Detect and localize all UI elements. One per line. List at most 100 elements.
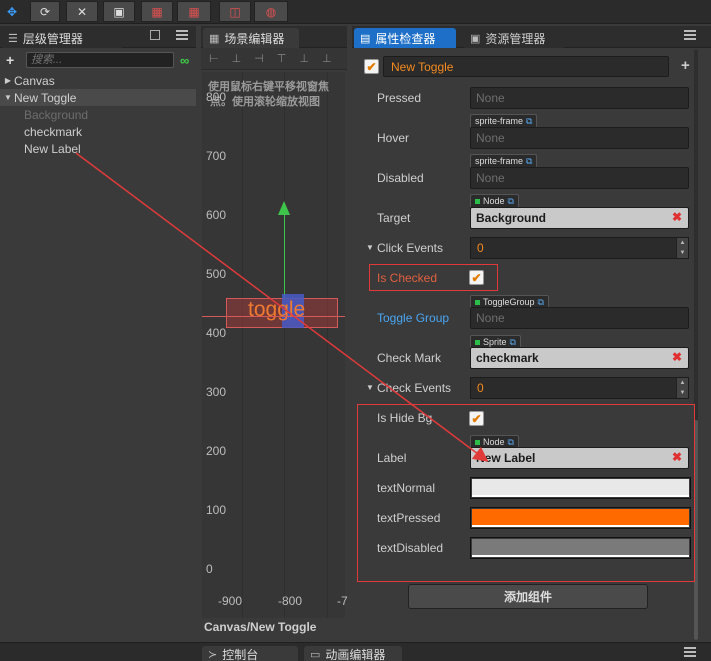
bottom-menu-icon[interactable] bbox=[684, 647, 696, 659]
rect-tool-icon[interactable]: ▣ bbox=[103, 1, 135, 22]
align-middle-icon[interactable]: ⊥ bbox=[299, 52, 309, 65]
node-type-icon bbox=[475, 439, 480, 445]
tab-animation-label: 动画编辑器 bbox=[325, 647, 386, 661]
hover-field[interactable]: None bbox=[470, 127, 689, 149]
open-link-icon[interactable]: ⧉ bbox=[510, 337, 516, 348]
node-active-checkbox[interactable]: ✔ bbox=[364, 59, 379, 74]
target-field[interactable]: Background ✖ bbox=[470, 207, 689, 229]
hierarchy-node[interactable]: checkmark bbox=[0, 123, 196, 140]
clear-icon[interactable]: ✖ bbox=[672, 210, 682, 224]
align-right-icon[interactable]: ⊣ bbox=[254, 52, 264, 65]
text-disabled-color-picker[interactable] bbox=[470, 537, 691, 559]
toggle-group-label[interactable]: Toggle Group bbox=[377, 311, 449, 325]
y-tick-label: 400 bbox=[206, 326, 227, 340]
text-normal-label: textNormal bbox=[377, 481, 436, 495]
check-mark-value: checkmark bbox=[476, 351, 539, 365]
is-checked-checkbox[interactable]: ✔ bbox=[469, 270, 484, 285]
y-tick-label: 300 bbox=[206, 385, 227, 399]
align-bottom-icon[interactable]: ⊥ bbox=[322, 52, 332, 65]
pressed-field[interactable]: None bbox=[470, 87, 689, 109]
is-hide-bg-checkbox[interactable]: ✔ bbox=[469, 411, 484, 426]
hierarchy-node[interactable]: Background bbox=[0, 106, 196, 123]
hierarchy-header: ☰ 层级管理器 bbox=[0, 26, 196, 48]
disabled-tag-text: sprite-frame bbox=[475, 156, 524, 166]
open-link-icon[interactable]: ⧉ bbox=[508, 437, 514, 448]
add-component-button[interactable]: 添加组件 bbox=[408, 584, 648, 609]
hierarchy-node[interactable]: ▶ Canvas bbox=[0, 72, 196, 89]
node-name-input[interactable]: New Toggle bbox=[383, 56, 669, 77]
x-tick-label: -7 bbox=[337, 594, 348, 608]
tab-animation[interactable]: ▭ 动画编辑器 bbox=[304, 646, 402, 661]
add-node-button[interactable]: + bbox=[6, 52, 14, 68]
disabled-type-tag: sprite-frame ⧉ bbox=[470, 154, 538, 167]
toggle-group-tag-text: ToggleGroup bbox=[483, 297, 535, 307]
check-events-caret-icon[interactable]: ▼ bbox=[366, 383, 374, 392]
stepper-icon[interactable]: ▲ ▼ bbox=[676, 238, 688, 258]
rotate-tool-icon[interactable]: ⟳ bbox=[30, 1, 60, 22]
toggle-label-text: toggle bbox=[248, 298, 306, 321]
align-left-icon[interactable]: ⊢ bbox=[209, 52, 219, 65]
stepper-icon[interactable]: ▲ ▼ bbox=[676, 378, 688, 398]
hierarchy-node[interactable]: New Label bbox=[0, 140, 196, 157]
text-pressed-color-picker[interactable] bbox=[470, 507, 691, 529]
menu-icon[interactable] bbox=[176, 30, 188, 42]
pivot-icon[interactable]: ◫ bbox=[219, 1, 251, 22]
hover-type-tag: sprite-frame ⧉ bbox=[470, 114, 538, 127]
scene-breadcrumb: Canvas/New Toggle bbox=[201, 618, 347, 640]
check-events-label: Check Events bbox=[377, 381, 452, 395]
toggle-group-field[interactable]: None bbox=[470, 307, 689, 329]
global-coords-icon[interactable]: ▦ bbox=[177, 1, 211, 22]
popout-icon[interactable] bbox=[150, 30, 160, 40]
label-value: New Label bbox=[476, 451, 536, 465]
click-events-input[interactable]: 0 ▲ ▼ bbox=[470, 237, 689, 259]
scene-hint-line1: 使用鼠标右键平移视窗焦 bbox=[208, 81, 329, 93]
hierarchy-node[interactable]: ▼ New Toggle bbox=[0, 89, 196, 106]
click-events-label: Click Events bbox=[377, 241, 444, 255]
clear-icon[interactable]: ✖ bbox=[672, 350, 682, 364]
is-checked-label: Is Checked bbox=[377, 271, 438, 285]
check-mark-field[interactable]: checkmark ✖ bbox=[470, 347, 689, 369]
open-link-icon[interactable]: ⧉ bbox=[508, 196, 514, 207]
align-toolbar: ⊢ ⊥ ⊣ ⊤ ⊥ ⊥ bbox=[201, 48, 347, 70]
tab-assets[interactable]: ▣ 资源管理器 bbox=[464, 28, 564, 48]
text-normal-color-picker[interactable] bbox=[470, 477, 691, 499]
scene-viewport[interactable]: 使用鼠标右键平移视窗焦 点。使用滚轮缩放视图 800 700 600 500 400 30… bbox=[202, 72, 348, 620]
open-link-icon[interactable]: ⧉ bbox=[526, 116, 532, 127]
center-icon[interactable]: ◍ bbox=[254, 1, 288, 22]
check-events-input[interactable]: 0 ▲ ▼ bbox=[470, 377, 689, 399]
tab-inspector[interactable]: ▤ 属性检查器 bbox=[354, 28, 456, 48]
tree-icon: ☰ bbox=[8, 32, 18, 45]
click-events-caret-icon[interactable]: ▼ bbox=[366, 243, 374, 252]
tab-assets-label: 资源管理器 bbox=[485, 31, 546, 46]
clear-icon[interactable]: ✖ bbox=[672, 450, 682, 464]
node-type-icon bbox=[475, 299, 480, 305]
inspector-icon: ▤ bbox=[360, 32, 371, 45]
align-center-icon[interactable]: ⊥ bbox=[232, 52, 242, 65]
open-link-icon[interactable]: ⧉ bbox=[538, 297, 544, 308]
open-link-icon[interactable]: ⧉ bbox=[526, 156, 532, 167]
link-icon[interactable]: ∞ bbox=[180, 53, 189, 68]
disabled-field[interactable]: None bbox=[470, 167, 689, 189]
move-tool-icon[interactable]: ✥ bbox=[2, 1, 22, 22]
pressed-value: None bbox=[476, 91, 505, 105]
tab-scene[interactable]: ▦ 场景编辑器 bbox=[203, 28, 299, 48]
check-mark-tag-text: Sprite bbox=[483, 337, 507, 347]
scale-tool-icon[interactable]: ✕ bbox=[66, 1, 98, 22]
tab-console[interactable]: ≻ 控制台 bbox=[202, 646, 298, 661]
align-top-icon[interactable]: ⊤ bbox=[277, 52, 287, 65]
hierarchy-node-label: checkmark bbox=[24, 124, 83, 139]
text-disabled-swatch bbox=[472, 539, 689, 555]
caret-right-icon[interactable]: ▶ bbox=[2, 76, 14, 85]
local-coords-icon[interactable]: ▦ bbox=[141, 1, 173, 22]
gizmo-y-axis[interactable] bbox=[284, 212, 285, 300]
label-field[interactable]: New Label ✖ bbox=[470, 447, 689, 469]
add-icon[interactable]: + bbox=[681, 57, 690, 74]
search-input[interactable] bbox=[26, 52, 174, 68]
y-tick-label: 0 bbox=[206, 562, 213, 576]
gizmo-arrow-up-icon[interactable] bbox=[278, 201, 290, 215]
hierarchy-panel: ☰ 层级管理器 + ∞ ▶Canvas▼New ToggleBackground… bbox=[0, 26, 196, 661]
inspector-menu-icon[interactable] bbox=[684, 30, 696, 42]
caret-down-icon[interactable]: ▼ bbox=[2, 93, 14, 102]
tab-inspector-label: 属性检查器 bbox=[375, 31, 436, 46]
tab-hierarchy[interactable]: ☰ 层级管理器 bbox=[2, 28, 122, 48]
